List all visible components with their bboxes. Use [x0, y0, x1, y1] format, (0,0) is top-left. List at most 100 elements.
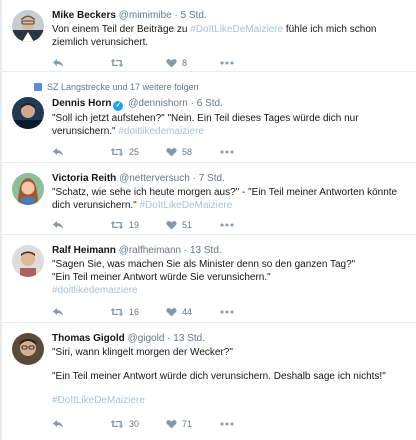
heart-icon	[166, 58, 177, 68]
hashtag-link[interactable]: #doitlikedemaiziere	[118, 126, 204, 137]
reply-button[interactable]	[52, 56, 64, 70]
like-button[interactable]: 44	[166, 305, 192, 319]
tweet-text: "Schatz, wie sehe ich heute morgen aus?"…	[52, 186, 406, 212]
more-icon	[220, 61, 234, 65]
heart-icon	[166, 147, 177, 157]
author-handle[interactable]: @ralfheimann	[119, 245, 181, 256]
reply-icon	[53, 420, 63, 428]
like-count: 58	[182, 147, 193, 157]
tweet-text-part: Von einem Teil der Beiträge zu	[52, 24, 191, 35]
tweet-actions: 30 71	[52, 417, 252, 431]
tweet-time[interactable]: · 6 Std.	[191, 98, 223, 109]
tweet-header: Thomas Gigold @gigold · 13 Std.	[52, 332, 406, 345]
hashtag-link[interactable]: #DoItLikeDeMaiziere	[139, 200, 232, 211]
tweet-text-line: "Siri, wann klingelt morgen der Wecker?"	[52, 347, 233, 358]
tweet-actions: 16 44	[52, 305, 252, 319]
author-handle[interactable]: @gigold	[128, 333, 165, 344]
tweet-time[interactable]: · 13 Std.	[167, 333, 205, 344]
tweet-text: "Sagen Sie, was machen Sie als Minister …	[52, 258, 406, 297]
more-button[interactable]	[220, 145, 234, 159]
heart-icon	[166, 220, 177, 230]
retweet-icon	[110, 308, 124, 316]
reply-button[interactable]	[52, 417, 64, 431]
hashtag-link[interactable]: #doitlikedemaiziere	[52, 285, 138, 296]
retweet-button[interactable]: 19	[110, 218, 139, 232]
tweet-actions: 19 51	[52, 218, 252, 232]
tweet-text-line: "Sagen Sie, was machen Sie als Minister …	[52, 259, 356, 270]
like-count: 44	[182, 307, 193, 317]
like-count: 51	[182, 220, 193, 230]
social-context: SZ Langstrecke und 17 weitere folgen	[34, 82, 199, 92]
tweet-text: "Siri, wann klingelt morgen der Wecker?"…	[52, 346, 406, 407]
like-button[interactable]: 58	[166, 145, 192, 159]
tweet-header: Victoria Reith @netterversuch · 7 Std.	[52, 172, 406, 185]
tweet-actions: 25 58	[52, 145, 252, 159]
retweet-icon	[110, 59, 124, 67]
tweet-time[interactable]: · 13 Std.	[184, 245, 222, 256]
hashtag-link[interactable]: #DoItLikeDeMaiziere	[52, 395, 145, 406]
reply-button[interactable]	[52, 218, 64, 232]
more-icon	[220, 150, 234, 154]
more-button[interactable]	[220, 305, 234, 319]
tweet-header: Mike Beckers @mimimibe · 5 Std.	[52, 9, 406, 22]
author-name[interactable]: Ralf Heimann	[52, 245, 116, 256]
more-button[interactable]	[220, 218, 234, 232]
more-button[interactable]	[220, 417, 234, 431]
tweet-text-line: "Ein Teil meiner Antwort würde dich veru…	[52, 371, 386, 382]
like-button[interactable]: 51	[166, 218, 192, 232]
tweet-time[interactable]: · 7 Std.	[193, 173, 225, 184]
tweet[interactable]: Mike Beckers @mimimibe · 5 Std. Von eine…	[0, 0, 416, 72]
like-button[interactable]: 71	[166, 417, 192, 431]
like-count: 8	[182, 58, 188, 68]
tweet[interactable]: Ralf Heimann @ralfheimann · 13 Std. "Sag…	[0, 235, 416, 323]
verified-badge-icon: ✓	[113, 101, 124, 111]
avatar[interactable]	[12, 245, 44, 277]
avatar[interactable]	[12, 10, 44, 42]
author-handle[interactable]: @netterversuch	[119, 173, 190, 184]
retweet-button[interactable]: 16	[110, 305, 139, 319]
tweet[interactable]: Victoria Reith @netterversuch · 7 Std. "…	[0, 163, 416, 235]
retweet-count: 16	[129, 307, 140, 317]
reply-icon	[53, 59, 63, 67]
reply-button[interactable]	[52, 305, 64, 319]
avatar[interactable]	[12, 333, 44, 365]
tweet-time[interactable]: · 5 Std.	[174, 10, 206, 21]
reply-icon	[53, 148, 63, 156]
author-handle[interactable]: @mimimibe	[119, 10, 172, 21]
like-button[interactable]: 8	[166, 56, 187, 70]
tweet-header: Dennis Horn ✓ @dennishorn · 6 Std.	[52, 97, 406, 111]
author-name[interactable]: Victoria Reith	[52, 173, 116, 184]
retweet-icon	[110, 148, 124, 156]
retweet-count: 19	[129, 220, 140, 230]
author-name[interactable]: Dennis Horn	[52, 98, 111, 109]
tweet-timeline: Mike Beckers @mimimibe · 5 Std. Von eine…	[0, 0, 416, 440]
tweet-text: "Soll ich jetzt aufstehen?" "Nein. Ein T…	[52, 112, 406, 138]
retweet-button[interactable]	[110, 56, 129, 70]
hashtag-link[interactable]: #DoItLikeDeMaiziere	[190, 24, 283, 35]
retweet-count: 30	[129, 419, 140, 429]
author-name[interactable]: Mike Beckers	[52, 10, 116, 21]
tweet-text-line: "Ein Teil meiner Antwort würde Sie verun…	[52, 272, 271, 283]
author-handle[interactable]: @dennishorn	[128, 98, 188, 109]
heart-icon	[166, 419, 177, 429]
retweet-count: 25	[129, 147, 140, 157]
retweet-icon	[110, 420, 124, 428]
tweet-header: Ralf Heimann @ralfheimann · 13 Std.	[52, 244, 406, 257]
reply-icon	[53, 221, 63, 229]
reply-button[interactable]	[52, 145, 64, 159]
more-icon	[220, 310, 234, 314]
tweet[interactable]: Thomas Gigold @gigold · 13 Std. "Siri, w…	[0, 323, 416, 440]
reply-icon	[53, 308, 63, 316]
retweet-button[interactable]: 25	[110, 145, 139, 159]
social-context-label[interactable]: SZ Langstrecke und 17 weitere folgen	[47, 82, 199, 92]
tweet[interactable]: SZ Langstrecke und 17 weitere folgen Den…	[0, 72, 416, 163]
avatar[interactable]	[12, 97, 44, 129]
more-button[interactable]	[220, 56, 234, 70]
avatar[interactable]	[12, 173, 44, 205]
user-icon	[34, 83, 42, 91]
author-name[interactable]: Thomas Gigold	[52, 333, 125, 344]
tweet-actions: 8	[52, 56, 252, 70]
tweet-text: Von einem Teil der Beiträge zu #DoItLike…	[52, 23, 406, 49]
retweet-button[interactable]: 30	[110, 417, 139, 431]
more-icon	[220, 223, 234, 227]
